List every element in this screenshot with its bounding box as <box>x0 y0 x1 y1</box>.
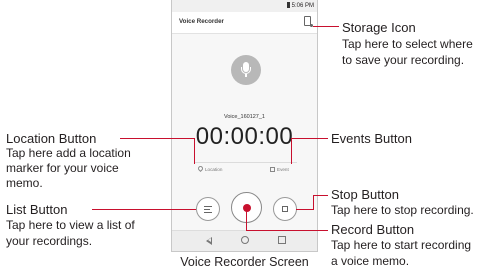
storage-callout-title: Storage Icon <box>342 20 416 35</box>
divider <box>194 162 297 163</box>
location-callout-desc-1: Tap here add a location <box>6 146 131 160</box>
status-time: 5:06 PM <box>291 3 314 9</box>
events-callout-line-vertical <box>291 138 293 164</box>
location-callout-title: Location Button <box>6 131 97 146</box>
battery-icon <box>286 2 290 8</box>
stop-callout-line <box>313 195 328 197</box>
storage-callout-desc-2: to save your recording. <box>342 53 465 67</box>
list-icon <box>204 205 212 215</box>
record-callout-line-vertical <box>246 209 248 231</box>
location-button[interactable]: Location <box>196 164 223 174</box>
record-callout-desc-1: Tap here to start recording <box>331 238 472 252</box>
location-label: Location <box>205 167 223 172</box>
record-callout-desc-2: a voice memo. <box>331 254 410 268</box>
stop-callout-desc-1: Tap here to stop recording. <box>331 203 474 217</box>
list-callout-desc-2: your recordings. <box>6 234 93 248</box>
back-icon[interactable] <box>206 237 212 245</box>
stop-button[interactable] <box>273 197 297 221</box>
events-button[interactable]: Event <box>270 165 289 174</box>
events-callout-title: Events Button <box>331 131 412 146</box>
location-callout-line <box>120 138 195 140</box>
event-label: Event <box>277 167 289 172</box>
phone-screen: 5:06 PM Voice Recorder Voice_160127_1 00… <box>171 0 318 252</box>
navigation-bar <box>172 230 317 251</box>
stop-callout-title: Stop Button <box>331 187 399 202</box>
stop-callout-line-vertical <box>313 195 315 209</box>
record-callout-line <box>246 230 328 232</box>
event-flag-icon <box>270 166 275 172</box>
list-callout-line <box>92 209 196 211</box>
location-callout-desc-3: memo. <box>6 176 43 190</box>
events-callout-line <box>291 138 328 140</box>
storage-callout-line <box>313 26 339 28</box>
storage-icon[interactable] <box>304 16 313 27</box>
list-callout-desc-1: Tap here to view a list of <box>6 218 135 232</box>
status-bar: 5:06 PM <box>172 0 317 12</box>
recent-apps-icon[interactable] <box>278 236 286 244</box>
home-icon[interactable] <box>241 236 249 244</box>
app-title: Voice Recorder <box>179 18 224 25</box>
list-callout-title: List Button <box>6 202 68 217</box>
record-callout-title: Record Button <box>331 222 415 237</box>
list-button[interactable] <box>196 197 220 221</box>
stop-icon <box>282 206 288 212</box>
location-callout-line-vertical <box>194 138 196 164</box>
location-pin-icon <box>196 164 205 173</box>
stop-callout-line-bottom <box>296 209 314 211</box>
screen-caption: Voice Recorder Screen <box>180 255 309 269</box>
storage-callout-desc-1: Tap here to select where <box>342 37 473 51</box>
recording-file-name: Voice_160127_1 <box>224 114 265 120</box>
app-bar: Voice Recorder <box>172 12 317 34</box>
location-callout-desc-2: marker for your voice <box>6 161 119 175</box>
microphone-icon <box>231 55 261 85</box>
